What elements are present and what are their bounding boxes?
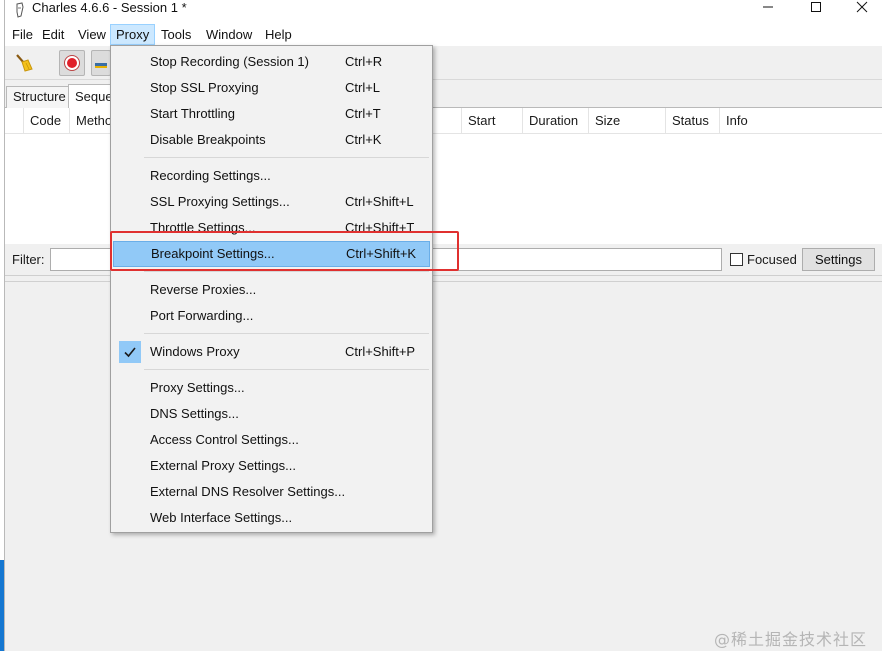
menu-item-web-interface-settings[interactable]: Web Interface Settings... [113, 505, 430, 531]
filter-label: Filter: [12, 252, 45, 267]
menu-file[interactable]: File [7, 24, 38, 45]
focused-checkbox[interactable] [730, 253, 743, 266]
filter-settings-button[interactable]: Settings [802, 248, 875, 271]
menu-separator [144, 333, 429, 334]
column-header-start[interactable]: Start [462, 108, 523, 134]
maximize-button[interactable] [793, 0, 839, 18]
menu-item-dns-settings[interactable]: DNS Settings... [113, 401, 430, 427]
menu-bar: File Edit View Proxy Tools Window Help [5, 22, 882, 46]
menu-item-ssl-proxying-settings[interactable]: SSL Proxying Settings... Ctrl+Shift+L [113, 189, 430, 215]
menu-proxy[interactable]: Proxy [110, 24, 156, 45]
column-header-duration[interactable]: Duration [523, 108, 589, 134]
maximize-icon [811, 2, 821, 12]
menu-item-stop-recording[interactable]: Stop Recording (Session 1) Ctrl+R [113, 49, 430, 75]
taskbar-edge [0, 560, 4, 651]
record-icon [64, 55, 80, 71]
minimize-icon [763, 6, 773, 8]
highlight-annotation-box [110, 231, 459, 271]
window-title: Charles 4.6.6 - Session 1 * [32, 0, 187, 15]
menu-item-port-forwarding[interactable]: Port Forwarding... [113, 303, 430, 329]
tab-structure[interactable]: Structure [6, 86, 73, 108]
checkmark-icon [119, 341, 141, 363]
menu-item-access-control-settings[interactable]: Access Control Settings... [113, 427, 430, 453]
menu-item-reverse-proxies[interactable]: Reverse Proxies... [113, 277, 430, 303]
record-button[interactable] [59, 50, 85, 76]
minimize-button[interactable] [745, 0, 791, 18]
clear-session-button[interactable] [11, 50, 37, 76]
broom-icon [16, 54, 33, 72]
column-header-code[interactable]: Code [24, 108, 70, 134]
column-header-status[interactable]: Status [666, 108, 720, 134]
menu-separator [144, 271, 429, 272]
close-icon [856, 1, 868, 13]
column-header-size[interactable]: Size [589, 108, 666, 134]
menu-item-stop-ssl-proxying[interactable]: Stop SSL Proxying Ctrl+L [113, 75, 430, 101]
menu-item-external-proxy-settings[interactable]: External Proxy Settings... [113, 453, 430, 479]
menu-item-recording-settings[interactable]: Recording Settings... [113, 163, 430, 189]
throttle-icon [95, 63, 107, 68]
proxy-menu-dropdown: Stop Recording (Session 1) Ctrl+R Stop S… [110, 45, 433, 533]
focused-label: Focused [747, 252, 797, 267]
menu-edit[interactable]: Edit [37, 24, 69, 45]
menu-window[interactable]: Window [201, 24, 257, 45]
throttle-button[interactable] [91, 50, 111, 76]
menu-item-windows-proxy[interactable]: Windows Proxy Ctrl+Shift+P [113, 339, 430, 365]
menu-tools[interactable]: Tools [156, 24, 196, 45]
menu-view[interactable]: View [73, 24, 111, 45]
column-header-info[interactable]: Info [720, 108, 882, 134]
menu-help[interactable]: Help [260, 24, 297, 45]
menu-item-external-dns-resolver-settings[interactable]: External DNS Resolver Settings... [113, 479, 430, 505]
menu-separator [144, 157, 429, 158]
close-button[interactable] [839, 0, 882, 18]
menu-item-disable-breakpoints[interactable]: Disable Breakpoints Ctrl+K [113, 127, 430, 153]
menu-separator [144, 369, 429, 370]
charles-app-icon [16, 2, 24, 18]
title-bar: Charles 4.6.6 - Session 1 * [5, 0, 882, 22]
menu-item-start-throttling[interactable]: Start Throttling Ctrl+T [113, 101, 430, 127]
menu-item-proxy-settings[interactable]: Proxy Settings... [113, 375, 430, 401]
column-header-index[interactable] [5, 108, 24, 134]
watermark-text: @稀土掘金技术社区 [714, 630, 868, 649]
